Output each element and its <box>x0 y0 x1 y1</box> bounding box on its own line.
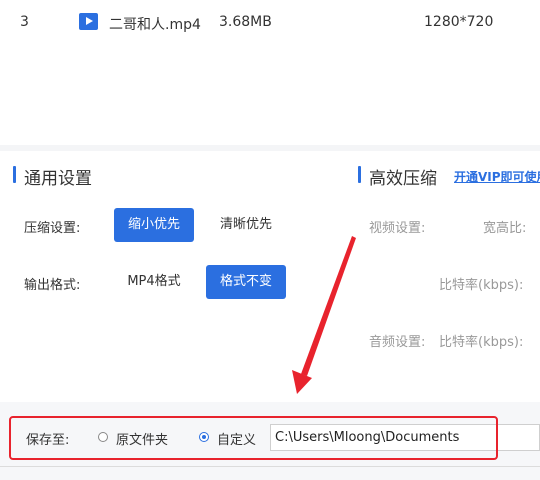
annotation-arrow <box>292 236 356 394</box>
